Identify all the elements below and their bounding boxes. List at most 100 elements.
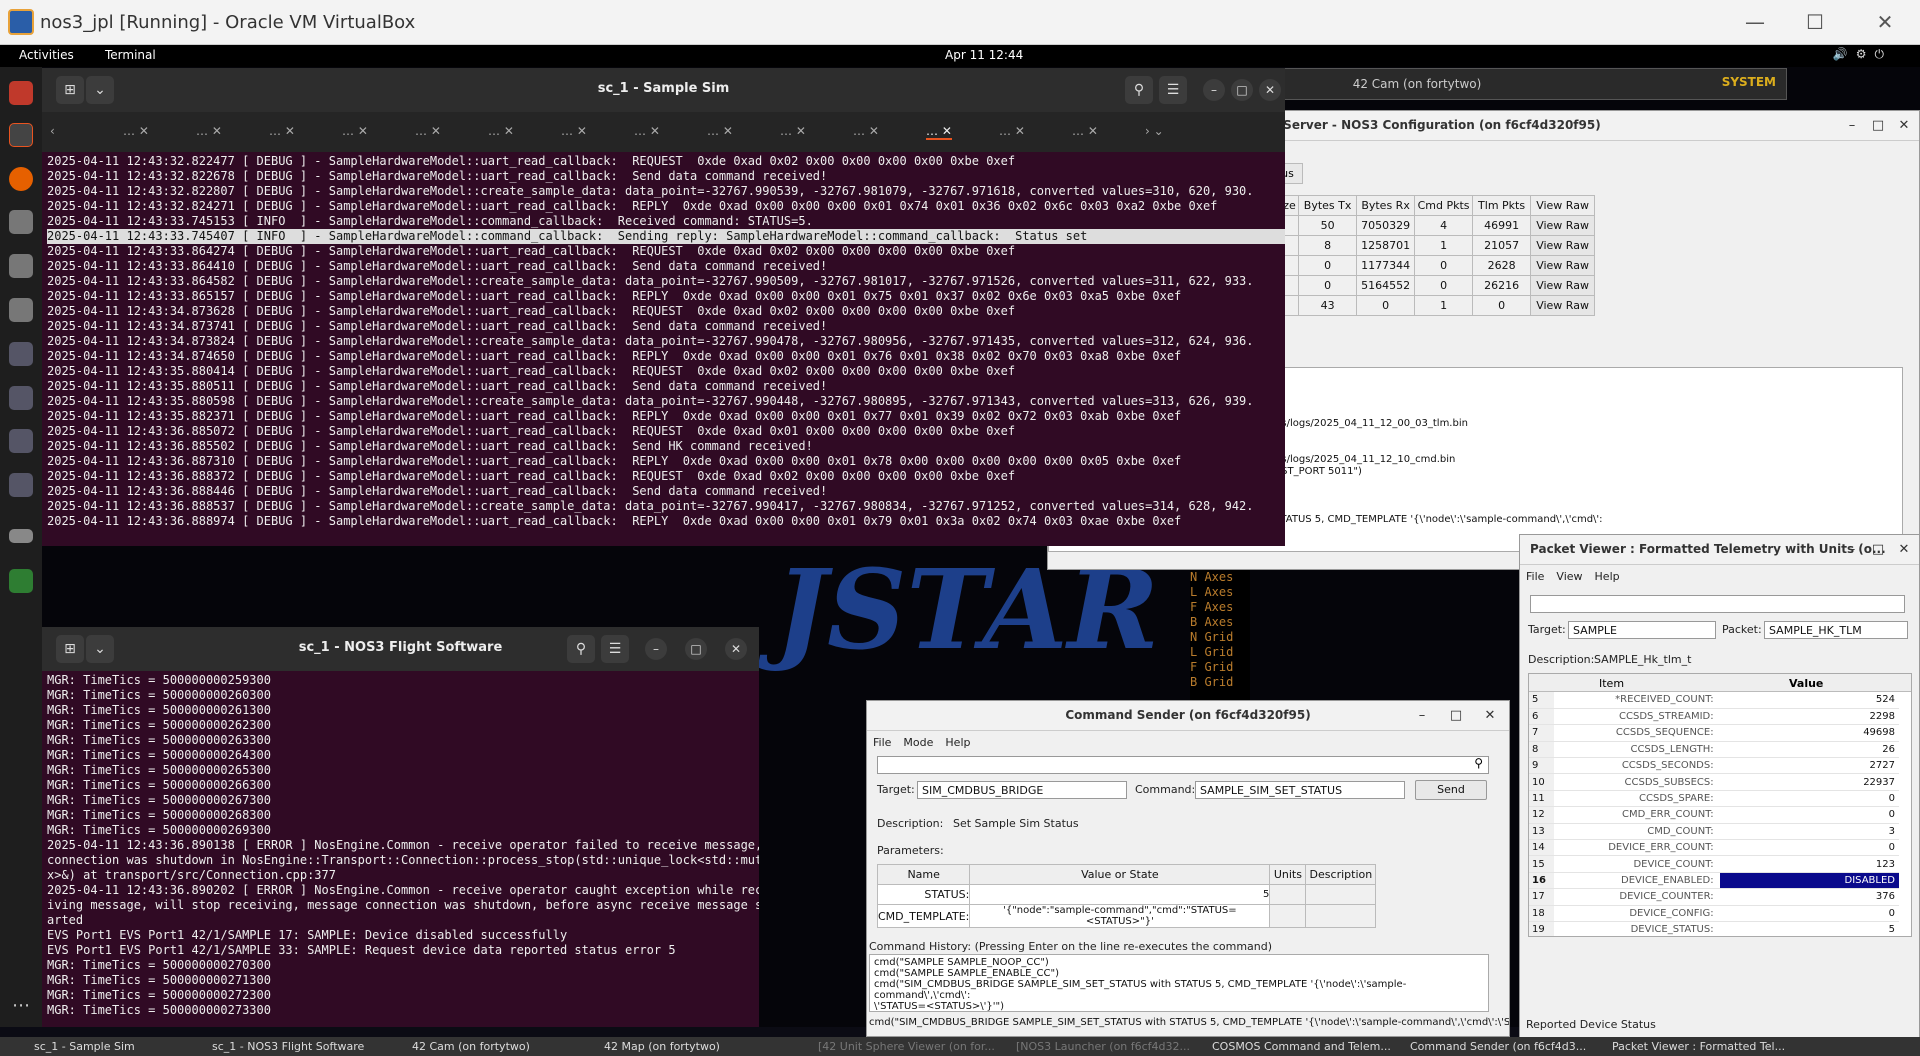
item-value[interactable]: 26 <box>1719 741 1899 759</box>
app-grid-icon[interactable]: ⋯ <box>9 995 33 1019</box>
panel-icon[interactable] <box>9 473 33 497</box>
view-raw-button[interactable]: View Raw <box>1530 295 1596 316</box>
item-value[interactable]: 0 <box>1719 905 1899 922</box>
param-row[interactable]: STATUS: 5 <box>876 884 1377 905</box>
maximize-icon[interactable]: □ <box>1867 115 1889 137</box>
item-value[interactable]: 524 <box>1719 692 1899 709</box>
map-menu-item[interactable]: N Axes <box>1190 570 1250 585</box>
taskbar-item[interactable]: COSMOS Command and Telem... <box>1212 1040 1391 1053</box>
maximize-icon[interactable]: □ <box>1867 539 1889 561</box>
files-icon[interactable] <box>9 81 33 105</box>
taskbar-item[interactable]: sc_1 - NOS3 Flight Software <box>212 1040 364 1053</box>
table-row[interactable]: 14 DEVICE_ERR_COUNT: 0 <box>1529 839 1899 857</box>
taskbar-item[interactable]: [NOS3 Launcher (on f6cf4d32... <box>1016 1040 1190 1053</box>
terminal-tab[interactable]: … ✕ <box>269 124 295 138</box>
table-row[interactable]: 15 DEVICE_COUNT: 123 <box>1529 855 1899 873</box>
terminal-icon[interactable] <box>9 123 33 147</box>
fsw-terminal[interactable]: ⊞ ⌄ sc_1 - NOS3 Flight Software ⚲ ☰ – □ … <box>42 627 759 1027</box>
table-row[interactable]: 9 CCSDS_SECONDS: 2727 <box>1529 757 1899 775</box>
terminal-tab[interactable]: … ✕ <box>123 124 149 138</box>
history-list[interactable]: cmd("SAMPLE SAMPLE_NOOP_CC") cmd("SAMPLE … <box>869 954 1489 1012</box>
item-value[interactable]: 0 <box>1719 790 1899 808</box>
view-raw-button[interactable]: View Raw <box>1530 215 1596 236</box>
close-icon[interactable]: ✕ <box>1479 705 1501 727</box>
terminal-tab[interactable]: … ✕ <box>853 124 879 138</box>
taskbar-item[interactable]: Command Sender (on f6cf4d3... <box>1410 1040 1586 1053</box>
taskbar-item[interactable]: 42 Cam (on fortytwo) <box>412 1040 530 1053</box>
sample-sim-terminal[interactable]: ⊞ ⌄ sc_1 - Sample Sim ⚲ ☰ – □ ✕ ‹ … ✕ … ✕ …… <box>42 68 1285 546</box>
drive-icon[interactable] <box>9 529 33 543</box>
terminal-tab[interactable]: … ✕ <box>926 124 952 140</box>
terminal-tab[interactable]: … ✕ <box>415 124 441 138</box>
param-value[interactable]: 5 <box>969 884 1271 905</box>
maximize-icon[interactable]: □ <box>1445 705 1467 727</box>
packet-viewer-window[interactable]: Packet Viewer : Formatted Telemetry with… <box>1519 534 1920 1038</box>
item-value[interactable]: 2727 <box>1719 757 1899 775</box>
history-item[interactable]: cmd("SIM_CMDBUS_BRIDGE SAMPLE_SIM_SET_ST… <box>874 979 1484 1001</box>
megaphone-icon[interactable] <box>9 429 33 453</box>
menu-item[interactable]: Mode <box>897 733 939 752</box>
item-value[interactable]: 3 <box>1719 823 1899 841</box>
menu-item[interactable]: File <box>1520 567 1550 586</box>
table-row[interactable]: 16 DEVICE_ENABLED: DISABLED <box>1529 872 1899 890</box>
terminal-tab[interactable]: … ✕ <box>780 124 806 138</box>
minimize-icon[interactable]: – <box>645 638 667 660</box>
trash-icon[interactable] <box>9 569 33 593</box>
view-raw-button[interactable]: View Raw <box>1530 275 1596 296</box>
table-row[interactable]: 18 DEVICE_CONFIG: 0 <box>1529 905 1899 922</box>
map-menu-item[interactable]: F Axes <box>1190 600 1250 615</box>
item-value[interactable]: 5 <box>1719 921 1899 936</box>
settings-icon[interactable] <box>9 254 33 278</box>
item-value[interactable]: DISABLED <box>1719 872 1899 890</box>
menu-item[interactable]: Help <box>1589 567 1626 586</box>
close-icon[interactable]: ✕ <box>725 638 747 660</box>
item-value[interactable]: 376 <box>1719 888 1899 906</box>
terminal-tab[interactable]: … ✕ <box>561 124 587 138</box>
menu-item[interactable]: File <box>867 733 897 752</box>
param-row[interactable]: CMD_TEMPLATE: '{"node":"sample-command","… <box>876 904 1377 928</box>
search-icon[interactable]: ⚲ <box>1125 76 1153 104</box>
minimize-icon[interactable]: – <box>1411 705 1433 727</box>
minimize-icon[interactable]: – <box>1203 79 1225 101</box>
history-item[interactable]: cmd("SAMPLE SAMPLE_NOOP_CC") <box>874 957 1484 968</box>
pv-packet-select[interactable]: SAMPLE_HK_TLM <box>1764 621 1908 639</box>
system-tray-icons[interactable]: 🔊⚙⏻ <box>1833 47 1892 62</box>
menu-icon[interactable]: ☰ <box>601 635 629 663</box>
terminal-tab[interactable]: … ✕ <box>999 124 1025 138</box>
terminal-tab[interactable]: … ✕ <box>196 124 222 138</box>
menu-item[interactable]: View <box>1550 567 1588 586</box>
minimize-icon[interactable]: — <box>1740 10 1770 34</box>
target-select[interactable]: SIM_CMDBUS_BRIDGE <box>917 781 1127 799</box>
search-icon[interactable]: ⚲ <box>1474 756 1483 770</box>
map-menu-item[interactable]: L Grid <box>1190 645 1250 660</box>
terminal-tab[interactable]: … ✕ <box>342 124 368 138</box>
settings-icon[interactable] <box>9 210 33 234</box>
atom-icon[interactable] <box>9 386 33 410</box>
close-icon[interactable]: ✕ <box>1893 539 1915 561</box>
history-item[interactable]: cmd("SAMPLE SAMPLE_ENABLE_CC") <box>874 968 1484 979</box>
table-row[interactable]: 6 CCSDS_STREAMID: 2298 <box>1529 708 1899 726</box>
terminal-tab[interactable]: › ⌄ <box>1145 124 1164 138</box>
table-row[interactable]: 5 *RECEIVED_COUNT: 524 <box>1529 692 1899 709</box>
close-icon[interactable]: ✕ <box>1893 115 1915 137</box>
table-row[interactable]: 13 CMD_COUNT: 3 <box>1529 823 1899 841</box>
close-icon[interactable]: ✕ <box>1870 10 1900 34</box>
menu-item[interactable]: Help <box>939 733 976 752</box>
search-icon[interactable]: ⚲ <box>567 635 595 663</box>
taskbar-item[interactable]: 42 Map (on fortytwo) <box>604 1040 720 1053</box>
maximize-icon[interactable]: ☐ <box>1800 10 1830 34</box>
rocket-icon[interactable] <box>9 342 33 366</box>
maximize-icon[interactable]: □ <box>1231 79 1253 101</box>
item-value[interactable]: 0 <box>1719 806 1899 824</box>
table-row[interactable]: 7 CCSDS_SEQUENCE: 49698 <box>1529 724 1899 742</box>
table-row[interactable]: 19 DEVICE_STATUS: 5 <box>1529 921 1899 936</box>
map-menu-item[interactable]: L Axes <box>1190 585 1250 600</box>
menu-icon[interactable]: ☰ <box>1159 76 1187 104</box>
table-row[interactable]: 10 CCSDS_SUBSECS: 22937 <box>1529 773 1899 791</box>
params-table[interactable]: Name Value or State Units Description STATUS… <box>876 864 1377 928</box>
clock[interactable]: Apr 11 12:44 <box>945 48 1023 62</box>
minimize-icon[interactable]: – <box>1841 115 1863 137</box>
maximize-icon[interactable]: □ <box>685 638 707 660</box>
terminal-tab[interactable]: … ✕ <box>488 124 514 138</box>
map-menu-item[interactable]: N Grid <box>1190 630 1250 645</box>
